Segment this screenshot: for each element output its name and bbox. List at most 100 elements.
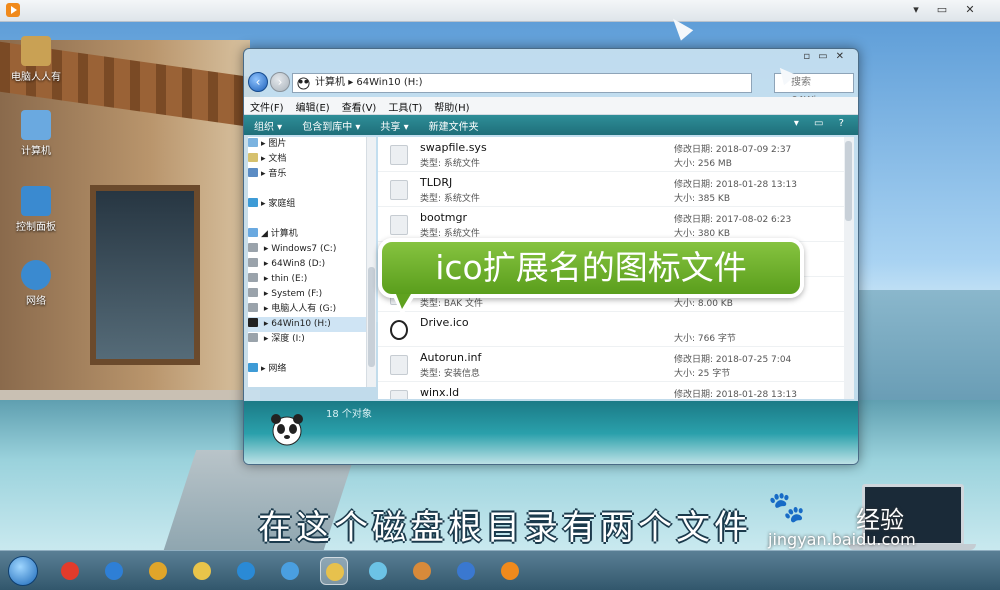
nav-item[interactable]: ▸ 深度 (I:)	[248, 332, 366, 347]
nav-item[interactable]: ▸ 网络	[248, 362, 366, 377]
new-folder-button[interactable]: 新建文件夹	[419, 115, 489, 136]
callout-tail	[392, 294, 416, 316]
file-name: swapfile.sys	[420, 141, 487, 154]
nav-item[interactable]: ▸ 音乐	[248, 167, 366, 182]
desktop-icon-computer[interactable]: 计算机	[8, 110, 64, 157]
player-close-button[interactable]: ✕	[960, 2, 980, 18]
player-logo-icon	[6, 3, 20, 17]
menu-tools[interactable]: 工具(T)	[382, 97, 428, 116]
player-maximize-button[interactable]: ▭	[932, 2, 952, 18]
menu-file[interactable]: 文件(F)	[244, 97, 290, 116]
file-date: 修改日期: 2018-01-28 13:13	[674, 390, 797, 399]
taskbar-app-button[interactable]	[496, 557, 524, 585]
nav-item[interactable]: ◢ 计算机	[248, 227, 366, 242]
drive-icon	[248, 168, 258, 177]
taskbar-app-button[interactable]	[188, 557, 216, 585]
desktop-icon-network[interactable]: 网络	[8, 260, 64, 307]
file-name: TLDRJ	[420, 176, 453, 189]
back-button[interactable]: ‹	[248, 72, 268, 92]
file-size: 大小: 256 MB	[674, 159, 732, 169]
drive-icon	[248, 153, 258, 162]
file-list-scrollbar[interactable]	[844, 137, 854, 399]
nav-item-label: ▸ 音乐	[261, 169, 287, 179]
taskbar-app-button[interactable]	[320, 557, 348, 585]
navigation-pane[interactable]: ▸ 图片 ▸ 文档 ▸ 音乐 ▸ 家庭组 ◢ 计算机 ▸ Windows7 (C:) ▸…	[248, 137, 366, 387]
player-icon	[501, 562, 519, 580]
taskbar-app-button[interactable]	[276, 557, 304, 585]
taskbar-app-button[interactable]	[56, 557, 84, 585]
desktop-icon-label: 电脑人人有	[11, 72, 61, 83]
breadcrumb-drive[interactable]: 64Win10 (H:)	[356, 77, 422, 88]
internet-explorer-icon	[105, 562, 123, 580]
file-row[interactable]: TLDRJ 类型: 系统文件 修改日期: 2018-01-28 13:13 大小: 3…	[378, 172, 854, 207]
address-row: ‹ › 计算机 ▸ 64Win10 (H:) 搜索 64Win...	[244, 69, 858, 106]
view-options[interactable]: ▾ ▭ ?	[794, 118, 850, 129]
file-icon	[390, 215, 408, 235]
window-close-button[interactable]: ✕	[836, 51, 852, 62]
forward-button[interactable]: ›	[270, 72, 290, 92]
command-bar: 组织 ▾ 包含到库中 ▾ 共享 ▾ 新建文件夹 ▾ ▭ ?	[244, 115, 858, 135]
nav-item[interactable]: ▸ 64Win8 (D:)	[248, 257, 366, 272]
taskbar-app-button[interactable]	[100, 557, 128, 585]
address-bar[interactable]: 计算机 ▸ 64Win10 (H:)	[292, 73, 752, 93]
nav-item	[248, 212, 366, 227]
nav-item[interactable]: ▸ 64Win10 (H:)	[248, 317, 366, 332]
taskbar-app-button[interactable]	[144, 557, 172, 585]
nav-item[interactable]: ▸ 电脑人人有 (G:)	[248, 302, 366, 317]
taskbar-app-button[interactable]	[364, 557, 392, 585]
file-row[interactable]: bootmgr 类型: 系统文件 修改日期: 2017-08-02 6:23 大小: …	[378, 207, 854, 242]
details-pane: 18 个对象	[244, 401, 858, 464]
menu-view[interactable]: 查看(V)	[336, 97, 383, 116]
drive-icon	[248, 228, 258, 237]
desktop-icon-label: 控制面板	[16, 222, 56, 233]
taskbar-app-button[interactable]	[232, 557, 260, 585]
nav-item[interactable]: ▸ 图片	[248, 137, 366, 152]
menu-edit[interactable]: 编辑(E)	[290, 97, 336, 116]
breadcrumb-computer[interactable]: 计算机	[315, 77, 345, 88]
drive-icon	[248, 303, 258, 312]
taskbar	[0, 550, 1000, 590]
organize-button[interactable]: 组织 ▾	[244, 115, 292, 136]
file-row[interactable]: swapfile.sys 类型: 系统文件 修改日期: 2018-07-09 2:3…	[378, 137, 854, 172]
nav-item-label: ▸ System (F:)	[261, 289, 323, 299]
drive-icon	[248, 318, 258, 327]
panda-drive-icon	[297, 77, 310, 90]
baidu-paw-icon: 🐾	[768, 490, 806, 525]
file-name: bootmgr	[420, 211, 467, 224]
menu-bar: 文件(F) 编辑(E) 查看(V) 工具(T) 帮助(H)	[244, 97, 858, 115]
nav-item-label: ▸ 家庭组	[261, 199, 296, 209]
nav-item-label: ▸ 文档	[261, 154, 287, 164]
nav-item[interactable]: ▸ thin (E:)	[248, 272, 366, 287]
taskbar-app-button[interactable]	[452, 557, 480, 585]
callout-bubble: ico扩展名的图标文件	[378, 238, 804, 298]
start-button[interactable]	[8, 556, 38, 586]
file-name: Drive.ico	[420, 316, 469, 329]
menu-help[interactable]: 帮助(H)	[428, 97, 475, 116]
player-title-bar: ▾ ▭ ✕	[0, 0, 1000, 22]
include-in-library-button[interactable]: 包含到库中 ▾	[292, 115, 370, 136]
desktop-icon-user-folder[interactable]: 电脑人人有	[8, 36, 64, 83]
window-maximize-button[interactable]: ▭	[818, 51, 835, 62]
taskbar-app-button[interactable]	[408, 557, 436, 585]
panda-drive-icon	[271, 414, 303, 446]
window-controls[interactable]: ▫▭✕	[803, 51, 852, 62]
file-type: 类型: 系统文件	[420, 159, 480, 169]
window-minimize-button[interactable]: ▫	[803, 51, 818, 62]
navigation-scrollbar[interactable]	[366, 137, 376, 387]
baidu-jingyan-watermark: 🐾 经验 jingyan.baidu.com	[768, 490, 968, 550]
share-button[interactable]: 共享 ▾	[370, 115, 418, 136]
desktop-icon-label: 计算机	[21, 146, 51, 157]
player-minimize-button[interactable]: ▾	[906, 2, 926, 18]
nav-item[interactable]: ▸ 家庭组	[248, 197, 366, 212]
paint-icon	[413, 562, 431, 580]
file-row[interactable]: Drive.ico 大小: 766 字节	[378, 312, 854, 347]
folder-icon	[193, 562, 211, 580]
control-panel-icon	[21, 186, 51, 216]
nav-item[interactable]: ▸ Windows7 (C:)	[248, 242, 366, 257]
file-type: 类型: 系统文件	[420, 194, 480, 204]
desktop-icon-control-panel[interactable]: 控制面板	[8, 186, 64, 233]
file-row[interactable]: winx.ld 修改日期: 2018-01-28 13:13	[378, 382, 854, 399]
nav-item[interactable]: ▸ System (F:)	[248, 287, 366, 302]
nav-item[interactable]: ▸ 文档	[248, 152, 366, 167]
file-row[interactable]: Autorun.inf 类型: 安装信息 修改日期: 2018-07-25 7:04…	[378, 347, 854, 382]
